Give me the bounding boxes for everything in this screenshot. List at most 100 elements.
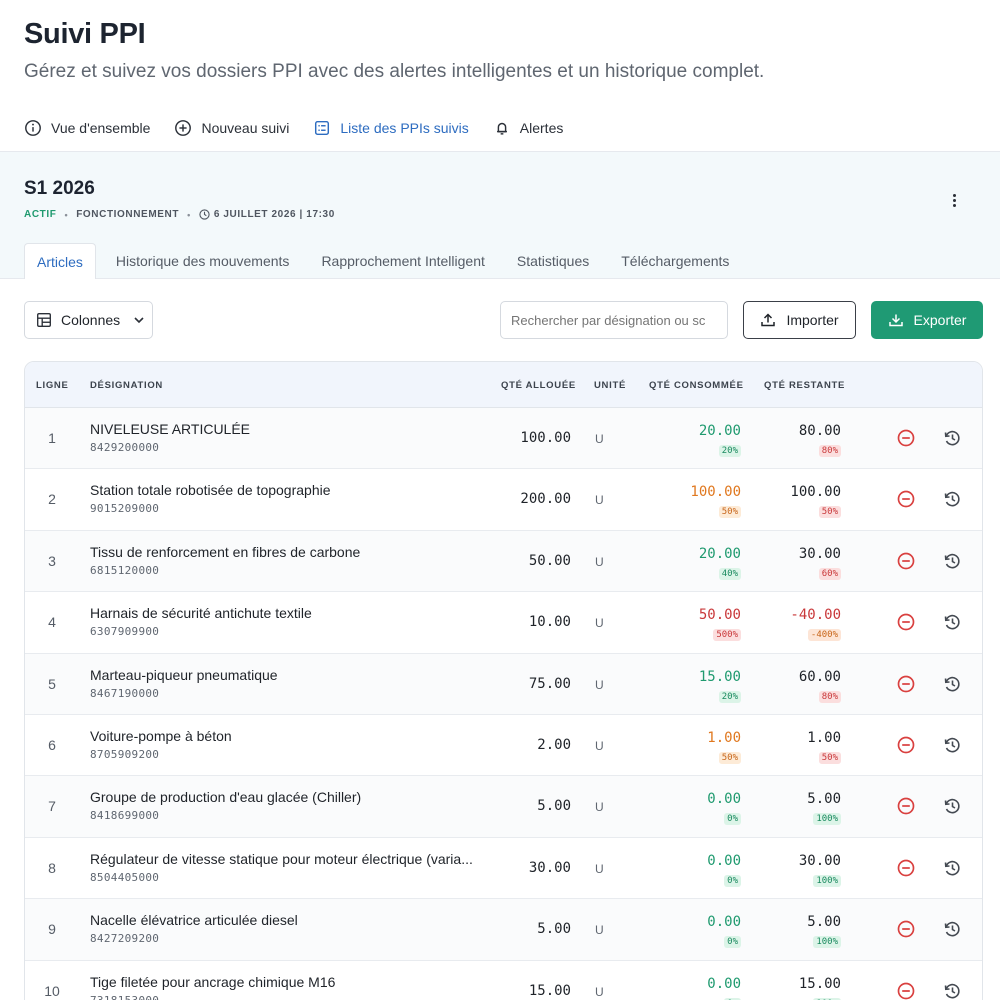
import-button[interactable]: Importer (743, 301, 856, 339)
remove-circle-icon[interactable] (896, 551, 916, 571)
table-icon (37, 313, 51, 327)
col-designation-header[interactable]: DÉSIGNATION (90, 380, 163, 391)
columns-button-label: Colonnes (61, 312, 121, 328)
nav-overview[interactable]: Vue d'ensemble (24, 113, 150, 156)
allocated-qty: 15.00 (528, 982, 571, 999)
consumed-qty: 20.00 (698, 423, 741, 439)
remaining-qty-cell: 30.00 60% (799, 546, 841, 581)
article-code: 8427209200 (90, 932, 160, 946)
separator-dot: • (64, 209, 69, 220)
remaining-qty: 5.00 (807, 791, 841, 808)
remaining-qty: 30.00 (798, 852, 841, 869)
remove-circle-icon[interactable] (896, 612, 916, 632)
search-input[interactable] (500, 301, 728, 339)
history-icon[interactable] (942, 489, 962, 509)
remove-circle-icon[interactable] (896, 674, 916, 694)
article-code: 8418699000 (90, 809, 160, 823)
unit: U (595, 432, 604, 446)
consumed-qty: 100.00 (690, 484, 741, 501)
col-unit-header[interactable]: UNITÉ (594, 380, 626, 391)
history-icon[interactable] (942, 796, 962, 816)
remove-circle-icon[interactable] (896, 919, 916, 939)
remove-circle-icon[interactable] (896, 981, 916, 1000)
history-icon[interactable] (942, 919, 962, 939)
line-number: 5 (48, 675, 56, 692)
remaining-qty-cell: 80.00 80% (799, 423, 841, 458)
consumed-qty-cell: 0.00 0% (707, 976, 741, 1000)
article-code: 8467190000 (90, 686, 160, 700)
nav-overview-label: Vue d'ensemble (51, 119, 151, 136)
tab-smart-reconciliation[interactable]: Rapprochement Intelligent (309, 243, 496, 279)
table-body: 1 NIVELEUSE ARTICULÉE 8429200000 100.00 … (25, 408, 982, 1000)
remaining-pct-badge: 100% (813, 936, 841, 949)
consumed-pct-badge: 50% (718, 506, 741, 519)
designation-cell: Groupe de production d'eau glacée (Chill… (90, 789, 485, 822)
history-icon[interactable] (942, 981, 962, 1000)
list-icon (315, 120, 330, 135)
table-row: 10 Tige filetée pour ancrage chimique M1… (25, 961, 982, 1000)
remaining-pct-badge: 50% (818, 751, 841, 764)
article-code: 7318153000 (90, 994, 485, 1000)
remove-circle-icon[interactable] (896, 735, 916, 755)
tab-movements-history[interactable]: Historique des mouvements (104, 243, 302, 279)
columns-button[interactable]: Colonnes (24, 301, 153, 339)
remaining-qty: 15.00 (798, 975, 841, 992)
designation-cell: Tige filetée pour ancrage chimique M16 7… (90, 974, 485, 1000)
line-number: 10 (44, 982, 60, 999)
consumed-qty: 1.00 (707, 729, 741, 746)
nav-ppi-list[interactable]: Liste des PPIs suivis (313, 113, 469, 156)
remaining-qty: 80.00 (798, 423, 841, 439)
history-icon[interactable] (942, 551, 962, 571)
remove-circle-icon[interactable] (896, 796, 916, 816)
consumed-qty: 0.00 (707, 914, 741, 931)
separator-dot: • (187, 209, 191, 220)
table-row: 2 Station totale robotisée de topographi… (25, 469, 982, 531)
tab-statistics[interactable]: Statistiques (505, 243, 601, 279)
designation-cell: Harnais de sécurité antichute textile 63… (90, 605, 485, 638)
table-row: 3 Tissu de renforcement en fibres de car… (25, 530, 982, 593)
col-consumed-header[interactable]: QTÉ CONSOMMÉE (649, 380, 744, 391)
table-row: 5 Marteau-piqueur pneumatique 8467190000… (25, 653, 982, 715)
consumed-pct-badge: 0% (724, 936, 741, 949)
consumed-pct-badge: 0% (724, 874, 741, 887)
col-remaining-header[interactable]: QTÉ RESTANTE (764, 380, 845, 391)
line-number: 7 (48, 798, 56, 815)
consumed-qty-cell: 0.00 0% (707, 791, 741, 826)
article-name: Voiture-pompe à béton (90, 727, 232, 744)
remaining-qty: 30.00 (798, 545, 841, 562)
remove-circle-icon[interactable] (896, 489, 916, 509)
history-icon[interactable] (942, 674, 962, 694)
article-name: Harnais de sécurité antichute textile (90, 605, 312, 622)
export-button[interactable]: Exporter (871, 301, 983, 339)
remaining-qty: 1.00 (807, 729, 841, 746)
main-nav: Vue d'ensemble Nouveau suivi Liste des P… (24, 113, 976, 157)
history-icon[interactable] (942, 735, 962, 755)
consumed-pct-badge: 20% (718, 445, 741, 457)
history-icon[interactable] (942, 612, 962, 632)
remaining-pct-badge: 80% (818, 445, 841, 457)
bell-icon (496, 122, 507, 135)
nav-alerts[interactable]: Alertes (493, 113, 563, 156)
remove-circle-icon[interactable] (896, 858, 916, 878)
status-badge: ACTIF (24, 209, 57, 220)
tab-articles[interactable]: Articles (24, 243, 96, 279)
history-icon[interactable] (942, 428, 962, 448)
ppi-subtabs: Articles Historique des mouvements Rappr… (24, 243, 749, 279)
consumed-qty-cell: 100.00 50% (690, 484, 741, 519)
table-row: 9 Nacelle élévatrice articulée diesel 84… (25, 899, 982, 961)
remove-circle-icon[interactable] (896, 428, 916, 448)
article-code: 9015209000 (90, 502, 160, 516)
allocated-qty: 75.00 (528, 675, 571, 692)
article-name: Groupe de production d'eau glacée (Chill… (90, 789, 362, 806)
remaining-pct-badge: -400% (807, 629, 841, 642)
col-allocated-header[interactable]: QTÉ ALLOUÉE (501, 380, 576, 391)
more-options-icon[interactable] (944, 190, 964, 210)
tab-downloads[interactable]: Téléchargements (609, 243, 741, 279)
table-row: 7 Groupe de production d'eau glacée (Chi… (25, 776, 982, 838)
article-name: NIVELEUSE ARTICULÉE (90, 421, 251, 437)
allocated-qty: 2.00 (537, 736, 571, 753)
nav-new-tracking[interactable]: Nouveau suivi (174, 113, 289, 156)
history-icon[interactable] (942, 858, 962, 878)
col-line-header[interactable]: LIGNE (36, 380, 69, 391)
designation-cell: Marteau-piqueur pneumatique 8467190000 (90, 667, 485, 700)
